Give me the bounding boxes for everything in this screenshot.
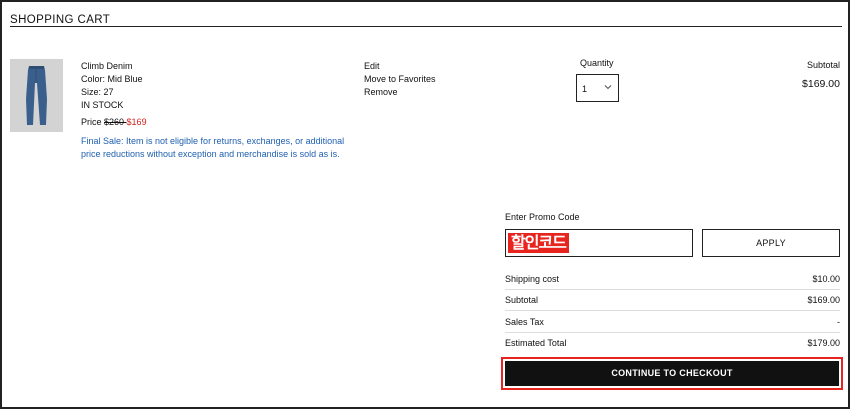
page-title: SHOPPING CART [10,14,111,26]
total-value: $179.00 [807,338,840,348]
apply-button[interactable]: APPLY [702,229,840,257]
item-details: Climb Denim Color: Mid Blue Size: 27 IN … [81,60,143,112]
item-actions: Edit Move to Favorites Remove [364,60,436,99]
shipping-value: $10.00 [812,274,840,284]
promo-code-stamp: 할인코드 [508,233,569,253]
quantity-label: Quantity [580,58,614,68]
final-sale-notice: Final Sale: Item is not eligible for ret… [81,136,345,159]
summary-divider [505,310,840,311]
total-label: Estimated Total [505,338,567,348]
promo-code-label: Enter Promo Code [505,212,580,222]
summary-divider [505,289,840,290]
item-price: Price $260 $169 [81,117,147,127]
quantity-select[interactable]: 1 [576,74,619,102]
product-thumbnail[interactable] [10,59,63,132]
price-label: Price [81,117,105,127]
subtotal-label: Subtotal [505,295,539,305]
item-size: Size: 27 [81,87,114,97]
chevron-down-icon [604,85,612,90]
subtotal-value: $169.00 [807,295,840,305]
item-color: Color: Mid Blue [81,74,143,84]
jeans-icon [26,66,47,125]
move-to-favorites-link[interactable]: Move to Favorites [364,73,436,86]
tax-value: - [837,317,840,327]
subtotal-column-label: Subtotal [806,60,840,70]
quantity-value: 1 [582,84,588,94]
edit-link[interactable]: Edit [364,60,436,73]
item-subtotal: $169.00 [802,78,840,90]
item-name[interactable]: Climb Denim [81,60,143,73]
summary-divider [505,332,840,333]
item-stock-status: IN STOCK [81,100,124,110]
price-sale: $169 [126,117,147,127]
price-original: $260 [104,117,127,127]
shipping-label: Shipping cost [505,274,560,284]
title-divider [10,26,842,27]
continue-to-checkout-button[interactable]: CONTINUE TO CHECKOUT [505,361,839,386]
remove-link[interactable]: Remove [364,86,436,99]
tax-label: Sales Tax [505,317,544,327]
promo-code-input[interactable]: 할인코드 [505,229,693,257]
